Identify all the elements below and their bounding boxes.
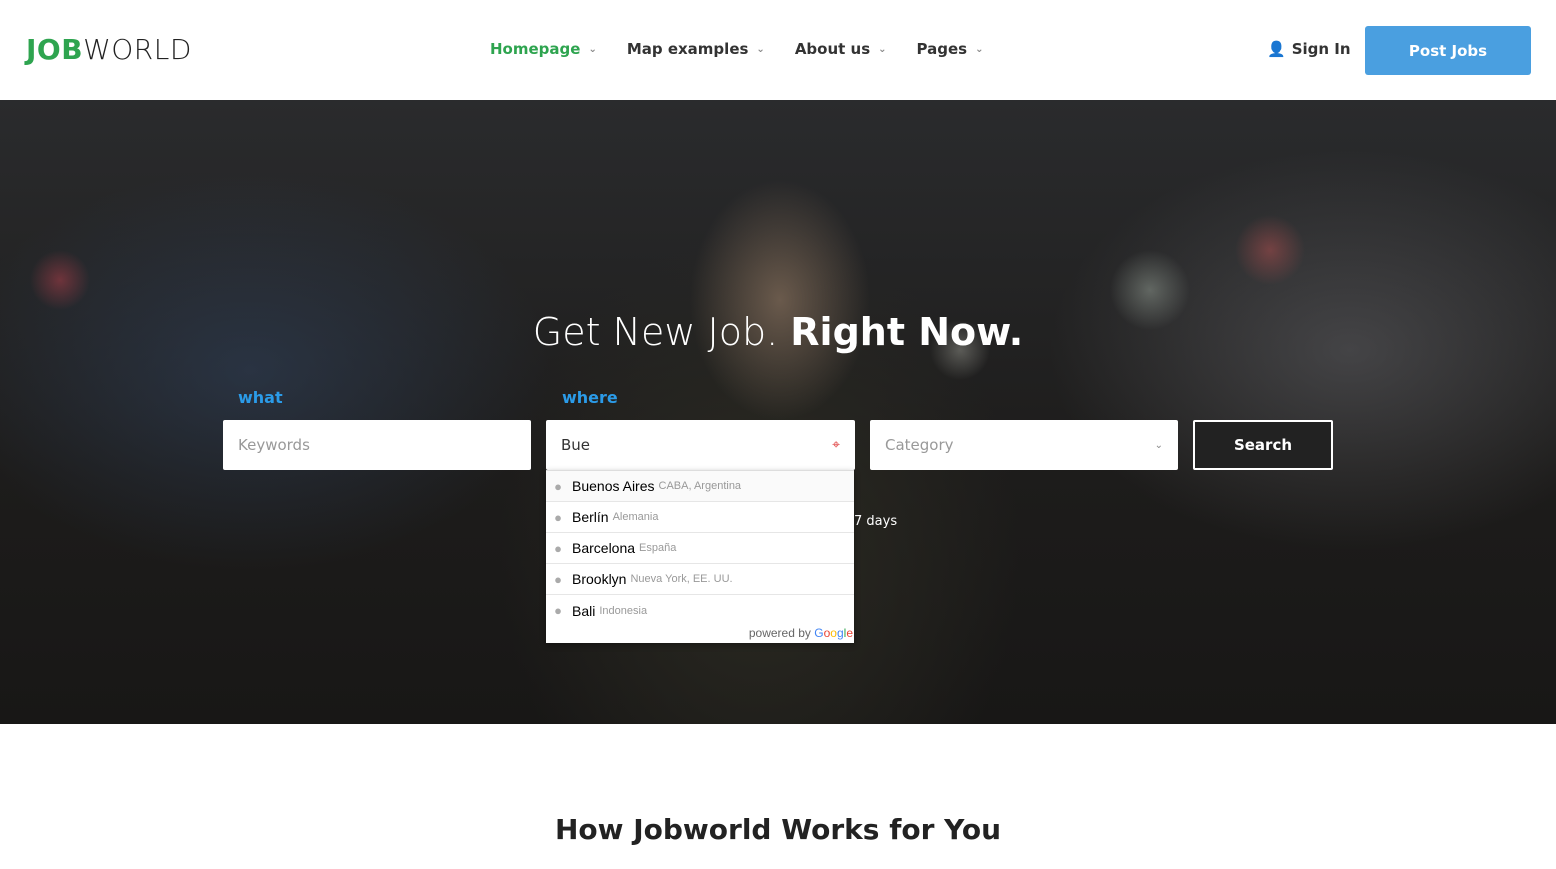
item-secondary: CABA, Argentina [658,480,742,492]
user-icon: 👤 [1267,40,1286,58]
map-pin-icon: ● [554,603,562,618]
where-label: where [562,388,618,407]
where-input[interactable]: Bue ⌖ [546,420,855,470]
item-secondary: Indonesia [599,604,648,617]
nav-about-us[interactable]: About us ⌄ [795,40,887,58]
logo-light: WORLD [83,33,192,66]
post-jobs-button[interactable]: Post Jobs [1365,26,1531,75]
site-header: JOBWORLD Homepage ⌄ Map examples ⌄ About u… [0,0,1556,100]
partial-text: 7 days [854,514,898,529]
keywords-input[interactable]: Keywords [223,420,531,470]
locate-icon[interactable]: ⌖ [832,437,840,453]
category-select[interactable]: Category ⌄ [870,420,1178,470]
logo[interactable]: JOBWORLD [26,33,192,66]
nav-pages[interactable]: Pages ⌄ [917,40,984,58]
main-nav: Homepage ⌄ Map examples ⌄ About us ⌄ Pages ⌄ [490,40,1014,58]
nav-homepage[interactable]: Homepage ⌄ [490,40,597,58]
category-placeholder: Category [885,436,954,454]
keywords-placeholder: Keywords [238,436,310,454]
item-main: Barcelona [572,540,636,556]
nav-label: Homepage [490,40,581,58]
logo-bold: JOB [26,33,84,66]
nav-map-examples[interactable]: Map examples ⌄ [627,40,765,58]
item-secondary: España [639,542,677,554]
headline-bold: Right Now. [790,310,1024,354]
map-pin-icon: ● [554,509,562,525]
autocomplete-item[interactable]: ● Buenos Aires CABA, Argentina [546,471,854,502]
autocomplete-item[interactable]: ● Berlín Alemania [546,502,854,533]
section-title: How Jobworld Works for You [554,813,1002,846]
item-main: Brooklyn [572,571,627,587]
sign-in-link[interactable]: 👤 Sign In [1267,40,1351,58]
chevron-down-icon: ⌄ [878,43,887,55]
location-autocomplete: ● Buenos Aires CABA, Argentina ● Berlín Alem… [546,470,854,643]
item-secondary: Alemania [612,511,659,523]
chevron-down-icon: ⌄ [756,43,765,55]
powered-by-text: powered by [748,626,811,640]
nav-label: About us [794,40,871,58]
powered-by-google: powered by Google [546,626,854,643]
chevron-down-icon: ⌄ [1154,439,1163,451]
item-main: Berlín [572,509,609,525]
search-button[interactable]: Search [1193,420,1333,470]
autocomplete-item[interactable]: ● Brooklyn Nueva York, EE. UU. [546,564,854,595]
map-pin-icon: ● [554,571,562,587]
chevron-down-icon: ⌄ [975,43,984,55]
map-pin-icon: ● [554,540,562,556]
google-logo: Google [814,626,853,640]
item-secondary: Nueva York, EE. UU. [630,573,733,585]
item-main: Buenos Aires [572,478,655,494]
chevron-down-icon: ⌄ [588,43,597,55]
nav-label: Pages [916,40,968,58]
autocomplete-item[interactable]: ● Barcelona España [546,533,854,564]
where-value: Bue [561,436,591,454]
map-pin-icon: ● [554,478,562,494]
hero-headline: Get New Job. Right Now. [0,310,1556,354]
item-main: Bali [572,602,596,619]
nav-label: Map examples [626,40,749,58]
autocomplete-item[interactable]: ● Bali Indonesia [546,595,854,626]
what-label: what [238,388,283,407]
headline-light: Get New Job. [532,310,779,354]
sign-in-label: Sign In [1291,40,1351,58]
